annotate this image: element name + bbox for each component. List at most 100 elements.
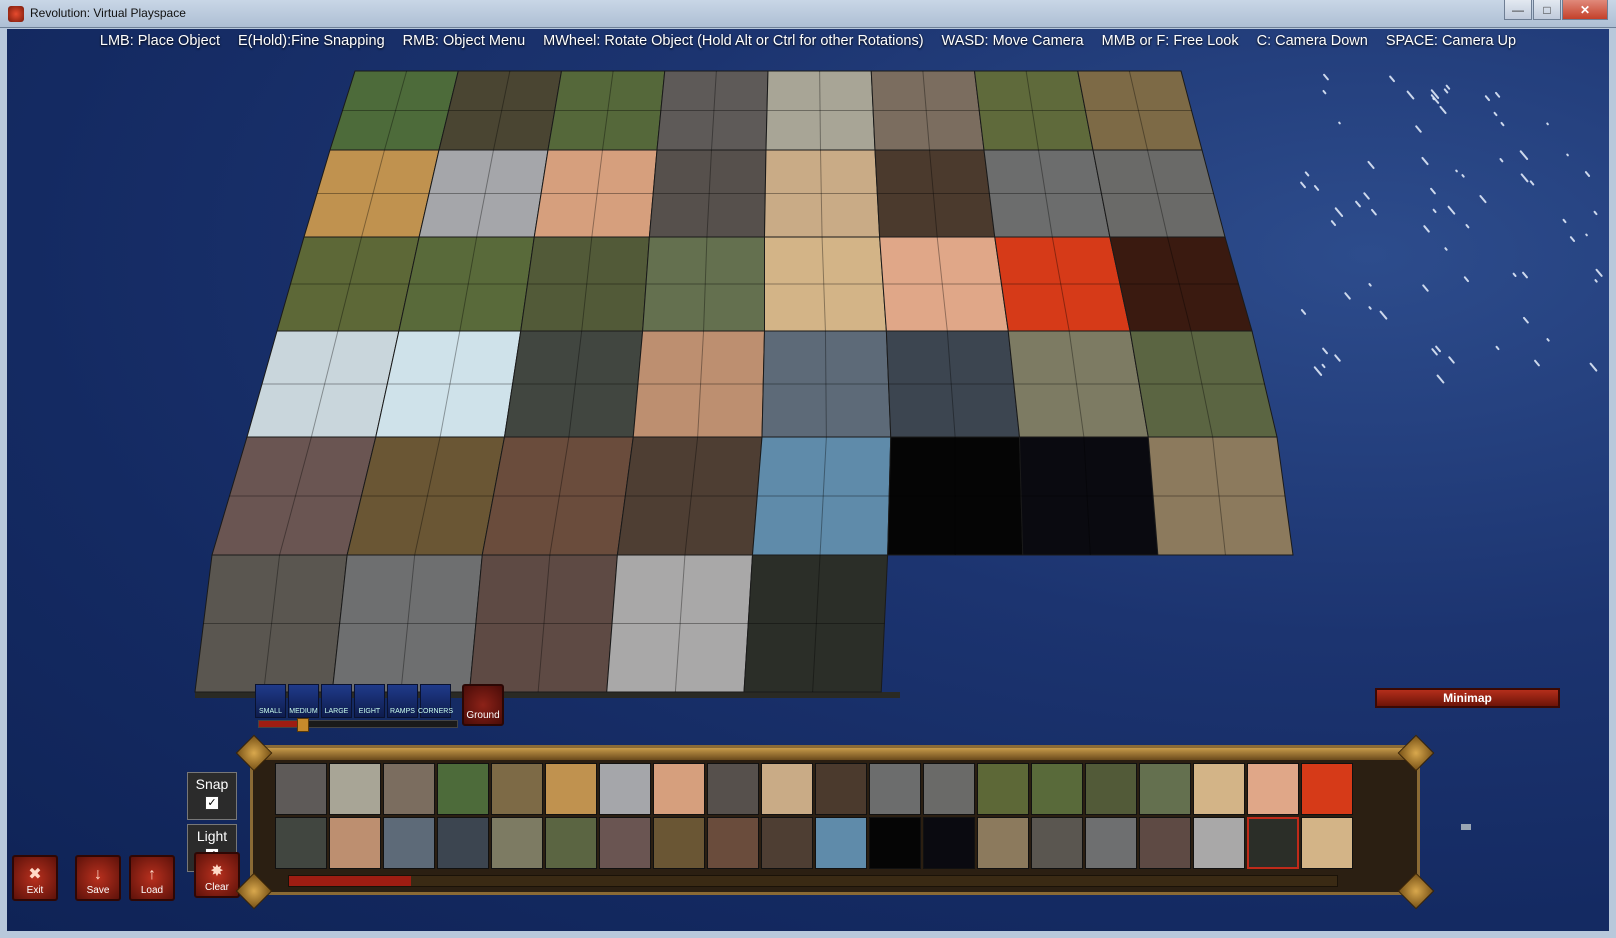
board-tile-blackstone[interactable] (744, 555, 888, 692)
tray-item-corners[interactable]: CORNERS (420, 684, 451, 718)
tray-item-large[interactable]: LARGE (321, 684, 352, 718)
board-tile-mossrock[interactable] (277, 237, 419, 331)
exit-button[interactable]: ✖Exit (12, 855, 58, 901)
palette-swatch-mossyrock2[interactable] (1031, 763, 1083, 815)
palette-swatch-blackstone[interactable] (1247, 817, 1299, 869)
close-icon[interactable]: ✕ (1562, 0, 1608, 20)
palette-swatch-concrete[interactable] (1085, 817, 1137, 869)
board-tile-slate[interactable] (984, 150, 1110, 237)
board-tile-plank[interactable] (482, 437, 633, 555)
palette-swatch-mossflag[interactable] (545, 817, 597, 869)
palette-swatch-greenrock[interactable] (1139, 763, 1191, 815)
board-tile-lava[interactable] (995, 237, 1130, 331)
board-tile-darkrock[interactable] (505, 331, 643, 437)
board-tile-water[interactable] (753, 437, 891, 555)
palette-swatch-lightsand[interactable] (1193, 763, 1245, 815)
board-tile-marble[interactable] (607, 555, 753, 692)
board-tile-greenrock[interactable] (643, 237, 765, 331)
board-tile-gravel[interactable] (871, 71, 984, 150)
clear-button[interactable]: ✸Clear (194, 852, 240, 898)
tray-item-eight[interactable]: EIGHT (354, 684, 385, 718)
board-tile-bluetile[interactable] (762, 331, 891, 437)
board-tile-pebble[interactable] (766, 71, 875, 150)
board-tile-darkstone[interactable] (649, 150, 766, 237)
tray-item-small[interactable]: SMALL (255, 684, 286, 718)
palette-swatch-clay[interactable] (653, 763, 705, 815)
tray-slider[interactable] (258, 720, 458, 728)
palette-swatch-darkbluetile[interactable] (437, 817, 489, 869)
board-tile-swamp[interactable] (975, 71, 1094, 150)
palette-swatch-void[interactable] (869, 817, 921, 869)
palette-swatch-bluetile[interactable] (383, 817, 435, 869)
minimap-header[interactable]: Minimap (1375, 688, 1560, 708)
load-button[interactable]: ↑Load (129, 855, 175, 901)
palette-scrollbar[interactable] (288, 875, 1338, 887)
palette-swatch-slate[interactable] (869, 763, 921, 815)
board-tile-slate2[interactable] (1093, 150, 1225, 237)
palette-swatch-brickfloor[interactable] (599, 817, 651, 869)
tray-slider-knob[interactable] (297, 718, 309, 732)
snap-checkbox[interactable]: ✓ (205, 796, 219, 810)
palette-swatch-darkplank[interactable] (761, 817, 813, 869)
minimap[interactable] (1375, 708, 1560, 898)
palette-swatch-roofbrick[interactable] (1139, 817, 1191, 869)
palette-scroll-thumb[interactable] (289, 876, 411, 886)
board-tile-clay[interactable] (534, 150, 657, 237)
palette-swatch-dirt[interactable] (491, 763, 543, 815)
ground-button[interactable]: Ground (462, 684, 504, 726)
palette-swatch-greengrid[interactable] (653, 817, 705, 869)
board-tile-grass[interactable] (330, 71, 458, 150)
board-tile-terracotta[interactable] (633, 331, 764, 437)
palette-swatch-lava[interactable] (1301, 763, 1353, 815)
board-tile-frost[interactable] (376, 331, 521, 437)
board-tile-concrete[interactable] (332, 555, 482, 692)
palette-swatch-pinksand[interactable] (1247, 763, 1299, 815)
palette-swatch-woodshingle[interactable] (977, 817, 1029, 869)
board-tile-ice[interactable] (247, 331, 399, 437)
palette-swatch-flagstone[interactable] (491, 817, 543, 869)
palette-swatch-rockmoss[interactable] (1085, 763, 1137, 815)
board-tile-dirt[interactable] (1078, 71, 1202, 150)
board-tile-roofbrick[interactable] (470, 555, 618, 692)
board-tile-darklava[interactable] (1110, 237, 1252, 331)
board-tile-mossyrock2[interactable] (399, 237, 534, 331)
palette-swatch-darkrock[interactable] (275, 817, 327, 869)
palette-swatch-plank[interactable] (707, 817, 759, 869)
palette-swatch-lightsand[interactable] (1301, 817, 1353, 869)
palette-swatch-gravel[interactable] (383, 763, 435, 815)
board-tile-mossflag[interactable] (1130, 331, 1277, 437)
palette-swatch-starfield[interactable] (923, 817, 975, 869)
maximize-icon[interactable]: □ (1533, 0, 1561, 20)
board-tile-flagstone[interactable] (1008, 331, 1148, 437)
palette-swatch-weave[interactable] (1031, 817, 1083, 869)
palette-swatch-terracotta[interactable] (329, 817, 381, 869)
board-tile-mud[interactable] (875, 150, 995, 237)
snap-toggle[interactable]: Snap ✓ (187, 772, 237, 820)
palette-swatch-water[interactable] (815, 817, 867, 869)
palette-swatch-darkstone[interactable] (707, 763, 759, 815)
palette-swatch-pebble[interactable] (329, 763, 381, 815)
board-tile-lightsand[interactable] (765, 237, 887, 331)
palette-swatch-sand[interactable] (545, 763, 597, 815)
save-button[interactable]: ↓Save (75, 855, 121, 901)
palette-swatch-granite[interactable] (599, 763, 651, 815)
palette-swatch-slate2[interactable] (923, 763, 975, 815)
board-tile-weave[interactable] (195, 555, 347, 692)
palette-swatch-mossrock[interactable] (977, 763, 1029, 815)
palette-swatch-marble[interactable] (1193, 817, 1245, 869)
board-tile-cobble[interactable] (657, 71, 768, 150)
board-tile-void[interactable] (888, 437, 1023, 555)
tile-board[interactable] (7, 29, 1609, 731)
board-tile-redgrass[interactable] (439, 71, 562, 150)
board-tile-mossgrass[interactable] (548, 71, 665, 150)
tray-item-medium[interactable]: MEDIUM (288, 684, 319, 718)
palette-swatch-cobble[interactable] (275, 763, 327, 815)
board-tile-granite[interactable] (419, 150, 548, 237)
board-tile-sand[interactable] (304, 150, 439, 237)
board-tile-woodshingle[interactable] (1148, 437, 1293, 555)
palette-swatch-sandstone[interactable] (761, 763, 813, 815)
tile-board-svg[interactable] (7, 29, 1609, 731)
board-tile-starfield[interactable] (1020, 437, 1158, 555)
board-tile-pinksand[interactable] (880, 237, 1009, 331)
tray-item-ramps[interactable]: RAMPS (387, 684, 418, 718)
